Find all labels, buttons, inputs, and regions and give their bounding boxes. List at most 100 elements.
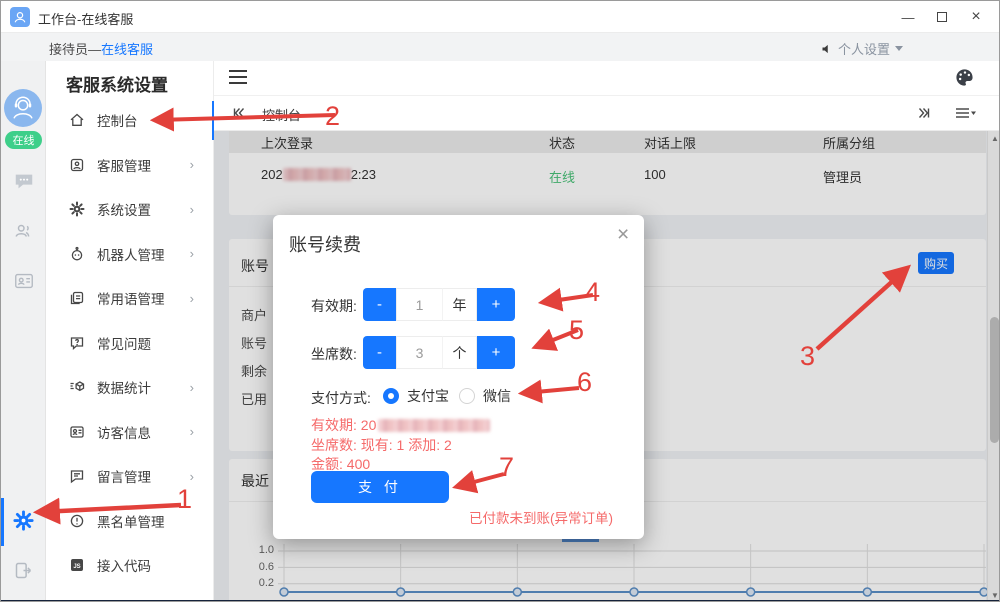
summary-validity: 有效期: 20: [311, 415, 490, 435]
sidebar-item-label: 访客信息: [97, 422, 151, 442]
pay-button[interactable]: 支 付: [311, 471, 449, 503]
seats-minus-button[interactable]: -: [363, 336, 396, 369]
wechat-radio[interactable]: 微信: [459, 386, 511, 406]
sidebar-item-label: 接入代码: [97, 555, 151, 575]
step-number-1: 1: [177, 484, 192, 515]
chat-icon[interactable]: [12, 169, 35, 192]
sidebar-item-system-settings[interactable]: 系统设置 ›: [46, 187, 214, 232]
chevron-right-icon: ›: [190, 291, 194, 306]
step-number-5: 5: [569, 315, 584, 346]
minimize-button[interactable]: —: [891, 1, 925, 33]
alipay-radio[interactable]: 支付宝: [383, 386, 449, 406]
app-icon: [10, 7, 30, 27]
chevron-right-icon: ›: [190, 424, 194, 439]
payment-method-label: 支付方式:: [311, 388, 371, 408]
validity-plus-button[interactable]: +: [477, 288, 515, 321]
sidebar-item-label: 数据统计: [97, 377, 151, 397]
alipay-label: 支付宝: [407, 388, 449, 404]
tab-menu-icon[interactable]: [954, 105, 976, 126]
chevron-right-icon: ›: [190, 469, 194, 484]
robot-icon: [68, 245, 85, 262]
scroll-tabs-right-icon[interactable]: [916, 105, 932, 126]
main-toolbar: [214, 61, 1000, 96]
receptionist-text: 接待员—: [49, 42, 101, 57]
seats-label: 坐席数:: [311, 344, 357, 364]
stats-icon: [68, 379, 85, 396]
summary-validity-text: 有效期: 20: [311, 417, 376, 433]
step-number-7: 7: [499, 452, 514, 483]
theme-palette-icon[interactable]: [955, 68, 974, 92]
sidebar-item-faq[interactable]: 常见问题: [46, 321, 214, 366]
seats-unit: 个: [442, 336, 477, 369]
sidebar-item-label: 机器人管理: [97, 244, 165, 264]
agent-icon: [68, 156, 85, 173]
avatar[interactable]: [4, 89, 42, 127]
contacts-icon[interactable]: [12, 219, 35, 242]
redacted-expiry-date: [378, 419, 490, 432]
logout-icon[interactable]: [12, 559, 35, 582]
faq-bubble-icon: [68, 334, 85, 351]
tab-console[interactable]: 控制台: [262, 105, 301, 124]
sidebar-item-console[interactable]: 控制台: [46, 98, 214, 143]
seats-plus-button[interactable]: +: [477, 336, 515, 369]
sidebar-item-common-phrases[interactable]: 常用语管理 ›: [46, 276, 214, 321]
phrases-icon: [68, 290, 85, 307]
chart-legend-marker: [562, 539, 599, 542]
maximize-icon: [937, 12, 947, 22]
personal-settings-menu[interactable]: 个人设置: [821, 39, 903, 58]
validity-unit: 年: [442, 288, 477, 321]
id-card-icon[interactable]: [12, 269, 35, 292]
personal-settings-label: 个人设置: [838, 39, 890, 58]
close-button[interactable]: ×: [959, 1, 993, 33]
sidebar: 客服系统设置 控制台 客服管理 › 系统设置 › 机器人管理 ›: [46, 61, 214, 602]
dialog-title: 账号续费: [289, 231, 361, 257]
app-window: 工作台-在线客服 — × 接待员—在线客服 个人设置 在线: [0, 0, 1000, 602]
caret-down-icon: [895, 46, 903, 51]
visitor-card-icon: [68, 423, 85, 440]
sidebar-item-data-statistics[interactable]: 数据统计 ›: [46, 365, 214, 410]
sidebar-item-label: 留言管理: [97, 466, 151, 486]
sidebar-title: 客服系统设置: [66, 71, 168, 96]
step-number-3: 3: [800, 341, 815, 372]
step-number-4: 4: [585, 277, 600, 308]
maximize-button[interactable]: [925, 1, 959, 33]
sidebar-item-label: 黑名单管理: [97, 511, 165, 531]
speaker-icon: [821, 43, 833, 55]
sidebar-item-label: 系统设置: [97, 199, 151, 219]
validity-value[interactable]: 1: [396, 288, 442, 321]
validity-minus-button[interactable]: -: [363, 288, 396, 321]
settings-gear-icon[interactable]: [12, 509, 35, 532]
sidebar-item-label: 常用语管理: [97, 288, 165, 308]
left-rail: 在线: [1, 61, 46, 602]
abnormal-order-link[interactable]: 已付款未到账(异常订单): [469, 507, 613, 527]
chevron-right-icon: ›: [190, 380, 194, 395]
validity-label: 有效期:: [311, 296, 357, 316]
chevron-right-icon: ›: [190, 246, 194, 261]
sidebar-item-visitor-info[interactable]: 访客信息 ›: [46, 410, 214, 455]
validity-stepper: - 1 年 +: [363, 288, 515, 321]
collapse-sidebar-icon[interactable]: [229, 70, 249, 84]
seats-value[interactable]: 3: [396, 336, 442, 369]
seats-stepper: - 3 个 +: [363, 336, 515, 369]
radio-unselected-icon: [459, 388, 475, 404]
chevron-right-icon: ›: [190, 157, 194, 172]
online-service-link[interactable]: 在线客服: [101, 42, 153, 57]
exclamation-circle-icon: [68, 512, 85, 529]
scroll-tabs-left-icon[interactable]: [231, 105, 247, 126]
js-code-icon: JS: [68, 557, 85, 574]
sidebar-item-label: 控制台: [97, 110, 138, 130]
sidebar-item-access-code[interactable]: JS 接入代码: [46, 543, 214, 588]
radio-selected-icon: [383, 388, 399, 404]
sub-bar: 接待员—在线客服 个人设置: [1, 33, 1000, 61]
home-icon: [68, 112, 85, 129]
wechat-label: 微信: [483, 388, 511, 404]
sidebar-item-agent-management[interactable]: 客服管理 ›: [46, 143, 214, 188]
sidebar-item-label: 常见问题: [97, 333, 151, 353]
dialog-close-icon[interactable]: ×: [617, 223, 629, 247]
sidebar-item-robot-management[interactable]: 机器人管理 ›: [46, 232, 214, 277]
svg-text:JS: JS: [73, 564, 80, 570]
summary-seats: 坐席数: 现有: 1 添加: 2: [311, 435, 452, 455]
window-title: 工作台-在线客服: [38, 9, 133, 28]
title-bar: 工作台-在线客服 — ×: [1, 1, 1000, 33]
status-badge: 在线: [5, 131, 42, 149]
